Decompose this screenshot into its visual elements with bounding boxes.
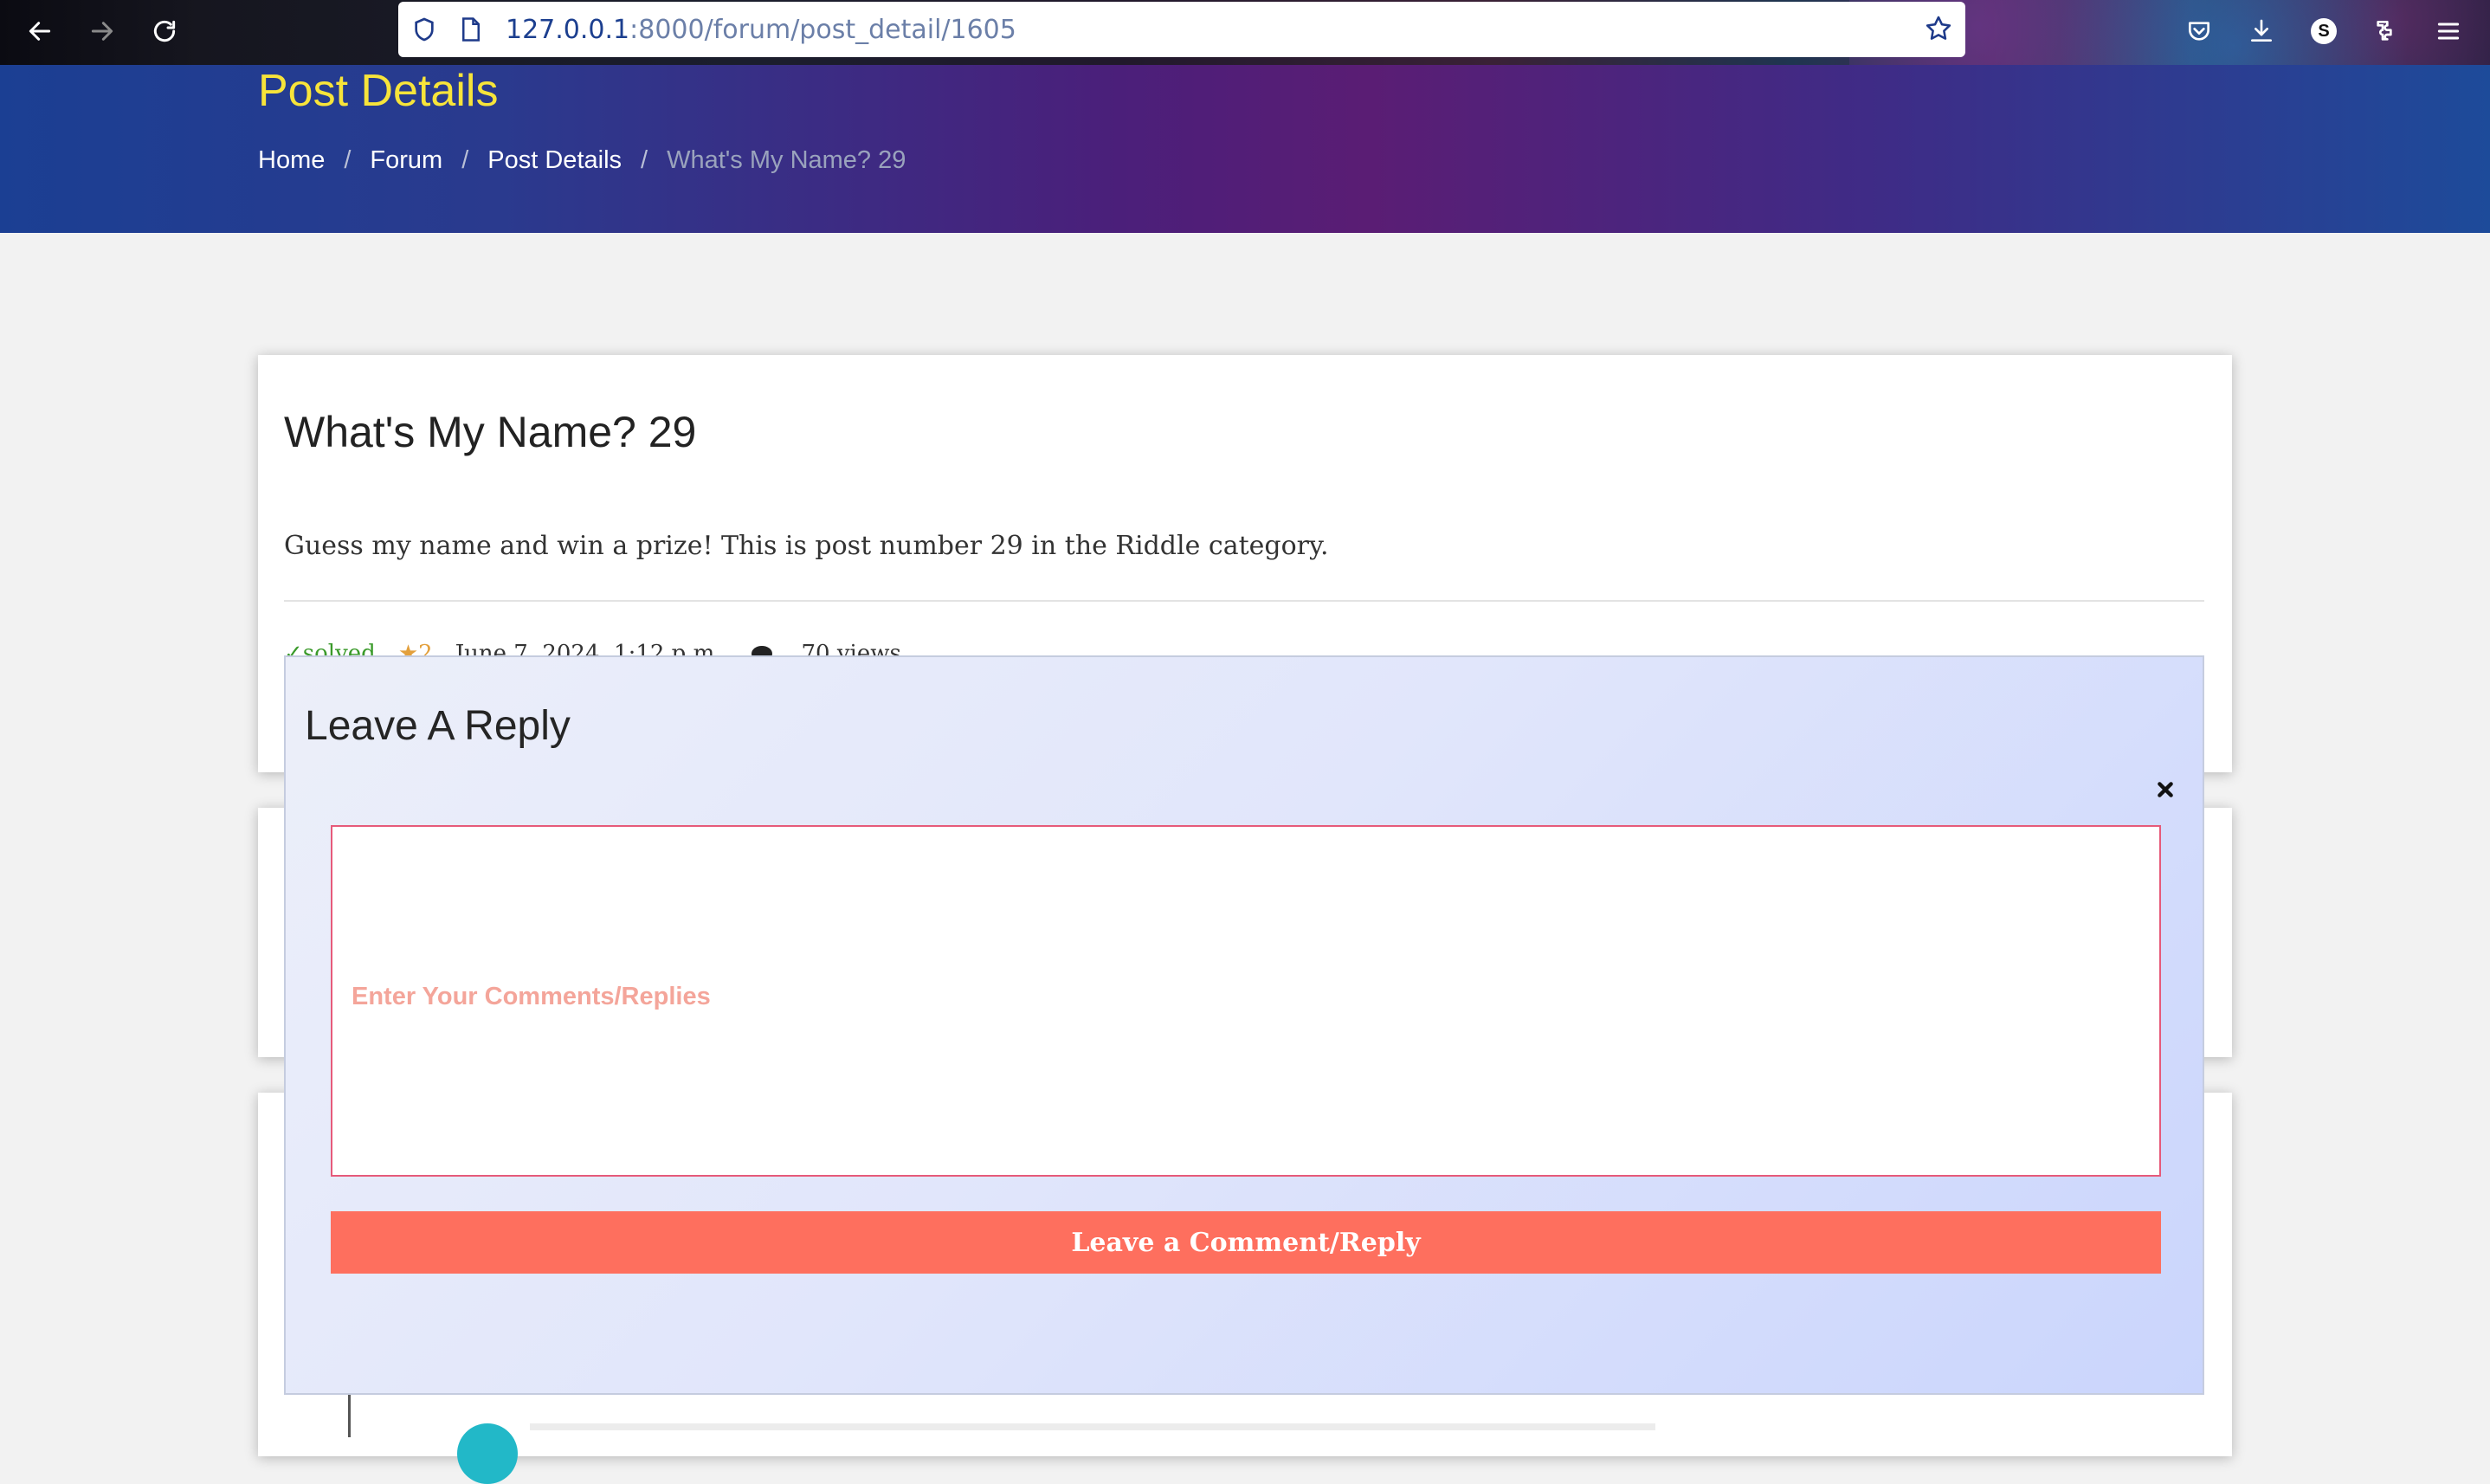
reload-icon (153, 20, 176, 42)
reply-preview (530, 1423, 1655, 1430)
avatar (457, 1423, 518, 1484)
comment-textarea[interactable] (331, 825, 2161, 1177)
profile-button[interactable]: S (2305, 12, 2343, 50)
forward-button[interactable] (83, 12, 121, 50)
breadcrumb-forum-link[interactable]: Forum (370, 146, 442, 175)
page-title: Post Details (258, 66, 499, 116)
downloads-button[interactable] (2242, 12, 2280, 50)
breadcrumb-current: What's My Name? 29 (667, 146, 906, 174)
close-button[interactable] (2154, 778, 2177, 801)
browser-toolbar: 127.0.0.1:8000/forum/post_detail/1605 S (0, 0, 2490, 65)
address-bar[interactable]: 127.0.0.1:8000/forum/post_detail/1605 (398, 2, 1965, 57)
pocket-icon (2189, 22, 2209, 41)
breadcrumb-separator: / (344, 146, 352, 174)
leave-comment-button[interactable]: Leave a Comment/Reply (331, 1211, 2161, 1274)
close-icon (2158, 782, 2173, 797)
thread-line (348, 1394, 351, 1437)
arrow-right-icon (91, 22, 113, 41)
post-title: What's My Name? 29 (284, 408, 697, 456)
breadcrumb-post-details-link[interactable]: Post Details (487, 146, 622, 175)
url-text[interactable]: 127.0.0.1:8000/forum/post_detail/1605 (506, 15, 1016, 45)
arrow-left-icon (29, 22, 51, 41)
menu-button[interactable] (2429, 12, 2467, 50)
page-icon (462, 17, 480, 42)
post-divider (284, 600, 2204, 602)
breadcrumb: Home / Forum / Post Details / What's My … (258, 146, 906, 175)
pocket-button[interactable] (2180, 12, 2218, 50)
hamburger-menu-icon (2437, 23, 2460, 40)
download-icon (2251, 19, 2272, 42)
modal-title: Leave A Reply (305, 703, 571, 749)
reply-modal: Leave A Reply Leave a Comment/Reply (284, 655, 2204, 1395)
back-button[interactable] (21, 12, 59, 50)
breadcrumb-separator: / (641, 146, 648, 174)
page-hero: Post Details Home / Forum / Post Details… (0, 65, 2490, 233)
puzzle-icon (2377, 21, 2392, 41)
bookmark-star-icon[interactable] (1924, 14, 1953, 43)
post-body: Guess my name and win a prize! This is p… (284, 531, 1329, 561)
shield-icon[interactable] (410, 16, 438, 43)
extensions-button[interactable] (2367, 12, 2405, 50)
profile-avatar: S (2311, 18, 2337, 44)
breadcrumb-home-link[interactable]: Home (258, 146, 325, 175)
breadcrumb-separator: / (461, 146, 469, 174)
reload-button[interactable] (145, 12, 184, 50)
